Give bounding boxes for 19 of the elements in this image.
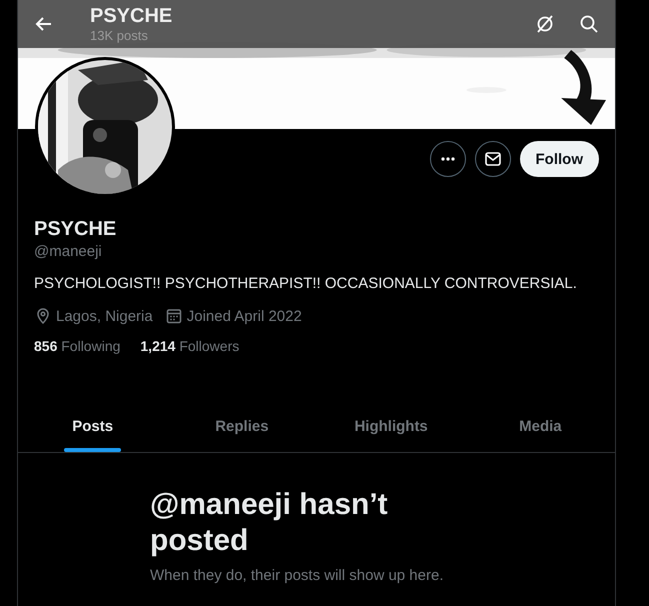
profile-tab[interactable]: Media [511, 400, 570, 452]
profile-tab[interactable]: Posts [64, 400, 122, 452]
calendar-icon [164, 307, 183, 325]
envelope-icon [484, 150, 502, 168]
profile-name: PSYCHE [34, 217, 118, 241]
empty-state-title: @maneeji hasn’t posted [150, 487, 389, 559]
joined-date: Joined April 2022 [186, 308, 302, 324]
follow-stat-link[interactable]: 1,214 Followers [140, 338, 240, 354]
more-button[interactable] [430, 141, 466, 177]
message-button[interactable] [474, 141, 510, 177]
follow-stat-link[interactable]: 856 Following [34, 338, 120, 354]
profile-tab[interactable]: Highlights [346, 400, 436, 452]
tab-indicator [64, 448, 122, 452]
profile-tab[interactable]: Replies [207, 400, 277, 452]
empty-state-message: When they do, their posts will show up here. [150, 567, 444, 584]
follow-button[interactable]: Follow [520, 141, 599, 177]
location-text: Lagos, Nigeria [56, 308, 153, 324]
profile-handle: @maneeji [34, 242, 103, 262]
profile-bio: PSYCHOLOGIST!! PSYCHOTHERAPIST!! OCCASIONALLY CONTROVERSIAL. [34, 274, 578, 294]
